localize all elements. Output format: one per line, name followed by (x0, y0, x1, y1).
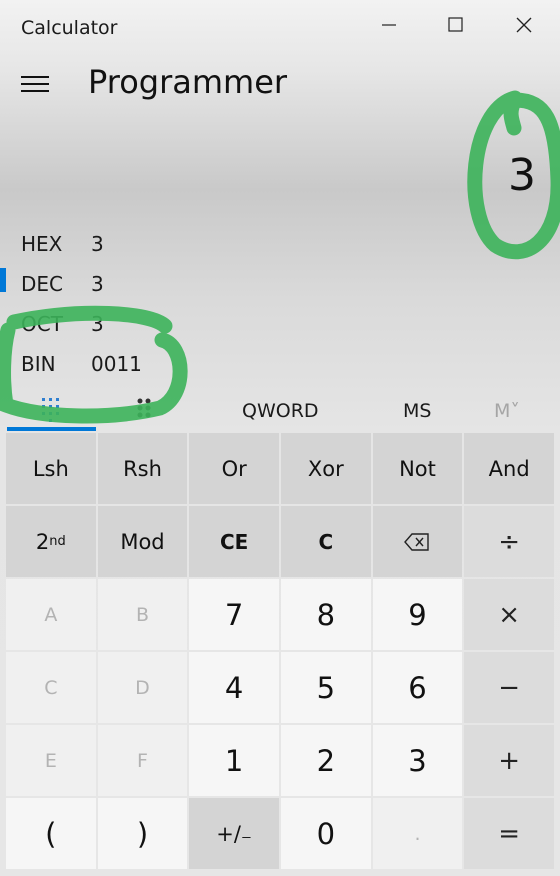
radix-bin-label: BIN (21, 352, 56, 376)
radix-oct-label: OCT (21, 312, 63, 336)
plus-button[interactable]: + (464, 725, 554, 796)
close-icon (516, 17, 532, 33)
mode-title: Programmer (88, 63, 288, 101)
left-paren-button[interactable]: ( (6, 798, 96, 869)
digit-8-button[interactable]: 8 (280, 579, 371, 650)
rsh-button[interactable]: Rsh (97, 433, 188, 504)
hex-d-button[interactable]: D (97, 652, 188, 723)
second-superscript: nd (49, 534, 66, 549)
maximize-icon (448, 17, 463, 32)
keypad-grid-icon (42, 398, 59, 422)
radix-dec[interactable]: DEC 3 (0, 264, 300, 300)
negate-button[interactable]: +/₋ (189, 798, 279, 869)
memory-list-button[interactable]: M˅ (494, 400, 520, 422)
keypad: Lsh Rsh Or Xor Not And 2nd Mod CE C ÷ A … (6, 433, 554, 869)
digit-5-button[interactable]: 5 (280, 652, 371, 723)
app-title: Calculator (21, 17, 118, 39)
digit-3-button[interactable]: 3 (372, 725, 463, 796)
lsh-button[interactable]: Lsh (6, 433, 96, 504)
decimal-button[interactable]: . (372, 798, 463, 869)
minus-button[interactable]: − (464, 652, 554, 723)
bit-toggle-icon (137, 398, 151, 418)
radix-selection-indicator (0, 268, 6, 292)
backspace-icon (404, 532, 430, 551)
equals-button[interactable]: = (464, 798, 554, 869)
radix-oct-value: 3 (91, 312, 104, 336)
radix-oct[interactable]: OCT 3 (0, 304, 300, 340)
radix-dec-value: 3 (91, 272, 104, 296)
digit-0-button[interactable]: 0 (280, 798, 371, 869)
and-button[interactable]: And (464, 433, 554, 504)
second-function-button[interactable]: 2nd (6, 506, 96, 577)
digit-6-button[interactable]: 6 (372, 652, 463, 723)
digit-1-button[interactable]: 1 (189, 725, 279, 796)
navigation-menu-button[interactable] (18, 70, 52, 100)
digit-2-button[interactable]: 2 (280, 725, 371, 796)
minimize-icon (382, 24, 396, 26)
clear-button[interactable]: C (280, 506, 371, 577)
word-size-button[interactable]: QWORD (242, 400, 319, 422)
radix-hex-label: HEX (21, 232, 63, 256)
radix-hex[interactable]: HEX 3 (0, 224, 300, 260)
radix-bin[interactable]: BIN 0011 (0, 344, 300, 380)
hex-e-button[interactable]: E (6, 725, 96, 796)
hex-f-button[interactable]: F (97, 725, 188, 796)
xor-button[interactable]: Xor (280, 433, 371, 504)
memory-store-button[interactable]: MS (403, 400, 431, 422)
mod-button[interactable]: Mod (97, 506, 188, 577)
minimize-button[interactable] (366, 8, 412, 42)
title-bar: Calculator (0, 0, 560, 52)
or-button[interactable]: Or (189, 433, 279, 504)
clear-entry-button[interactable]: CE (189, 506, 279, 577)
radix-dec-label: DEC (21, 272, 64, 296)
digit-4-button[interactable]: 4 (189, 652, 279, 723)
hex-b-button[interactable]: B (97, 579, 188, 650)
digit-9-button[interactable]: 9 (372, 579, 463, 650)
hamburger-icon (21, 76, 49, 92)
result-display: 3 (508, 150, 536, 201)
multiply-button[interactable]: × (464, 579, 554, 650)
hex-c-button[interactable]: C (6, 652, 96, 723)
active-tab-underline (7, 427, 96, 431)
digit-7-button[interactable]: 7 (189, 579, 279, 650)
full-keypad-tab[interactable] (38, 394, 66, 428)
radix-hex-value: 3 (91, 232, 104, 256)
hex-a-button[interactable]: A (6, 579, 96, 650)
radix-bin-value: 0011 (91, 352, 142, 376)
divide-button[interactable]: ÷ (464, 506, 554, 577)
right-paren-button[interactable]: ) (97, 798, 188, 869)
bit-toggle-keypad-tab[interactable] (132, 394, 160, 428)
not-button[interactable]: Not (372, 433, 463, 504)
close-button[interactable] (500, 8, 546, 42)
maximize-button[interactable] (432, 8, 478, 42)
second-label: 2 (35, 529, 50, 554)
keypad-mode-bar: QWORD MS M˅ (0, 390, 560, 434)
backspace-button[interactable] (372, 506, 463, 577)
